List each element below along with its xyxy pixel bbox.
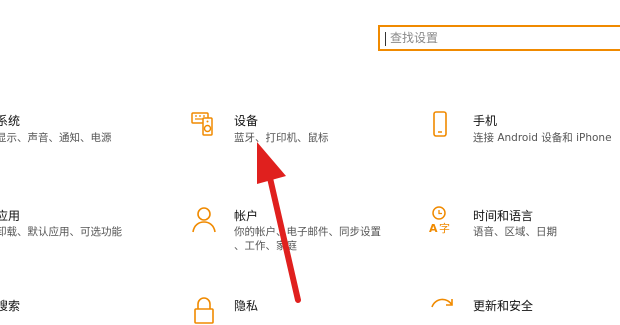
tile-subtitle: 连接 Android 设备和 iPhone [473,132,612,144]
settings-tile-time-language[interactable]: A 字 时间和语言 语音、区域、日期 [428,205,620,245]
tile-title: 应用 [0,209,21,223]
text-caret [385,32,386,46]
update-icon [431,298,453,308]
svg-text:字: 字 [439,221,450,235]
tile-title: 手机 [473,114,498,128]
settings-tile-search[interactable]: 搜索 [0,295,166,313]
tile-title: 时间和语言 [473,209,534,223]
keyboard-speaker-icon [191,112,213,136]
settings-tile-privacy[interactable]: 隐私 [190,295,370,324]
settings-tile-apps[interactable]: 应用 卸载、默认应用、可选功能 [0,205,166,245]
tile-title: 设备 [234,114,259,128]
tile-subtitle: 语音、区域、日期 [473,226,557,238]
tile-subtitle: 卸载、默认应用、可选功能 [0,226,122,238]
tile-title: 帐户 [234,209,259,223]
time-language-icon: A 字 [429,206,450,235]
tile-title: 更新和安全 [473,299,534,313]
settings-tile-devices[interactable]: 设备 蓝牙、打印机、鼠标 [190,110,370,150]
settings-tile-system[interactable]: 系统 显示、声音、通知、电源 [0,110,166,150]
search-input[interactable] [380,27,620,49]
person-icon [192,207,216,233]
svg-text:A: A [429,222,438,235]
tile-title: 系统 [0,114,21,128]
settings-tile-phone[interactable]: 手机 连接 Android 设备和 iPhone [428,110,620,150]
tile-subtitle: 你的帐户、电子邮件、同步设置 [234,226,381,238]
tile-title: 搜索 [0,299,21,313]
settings-tile-update-security[interactable]: 更新和安全 [428,295,620,313]
settings-tile-accounts[interactable]: 帐户 你的帐户、电子邮件、同步设置 、工作、家庭 [190,205,390,255]
tile-title: 隐私 [234,299,259,313]
phone-icon [433,111,447,137]
tile-subtitle: 显示、声音、通知、电源 [0,132,112,144]
tile-subtitle-line2: 、工作、家庭 [234,240,297,252]
search-box[interactable] [378,25,620,51]
lock-icon [194,297,214,324]
tile-subtitle: 蓝牙、打印机、鼠标 [234,132,329,144]
